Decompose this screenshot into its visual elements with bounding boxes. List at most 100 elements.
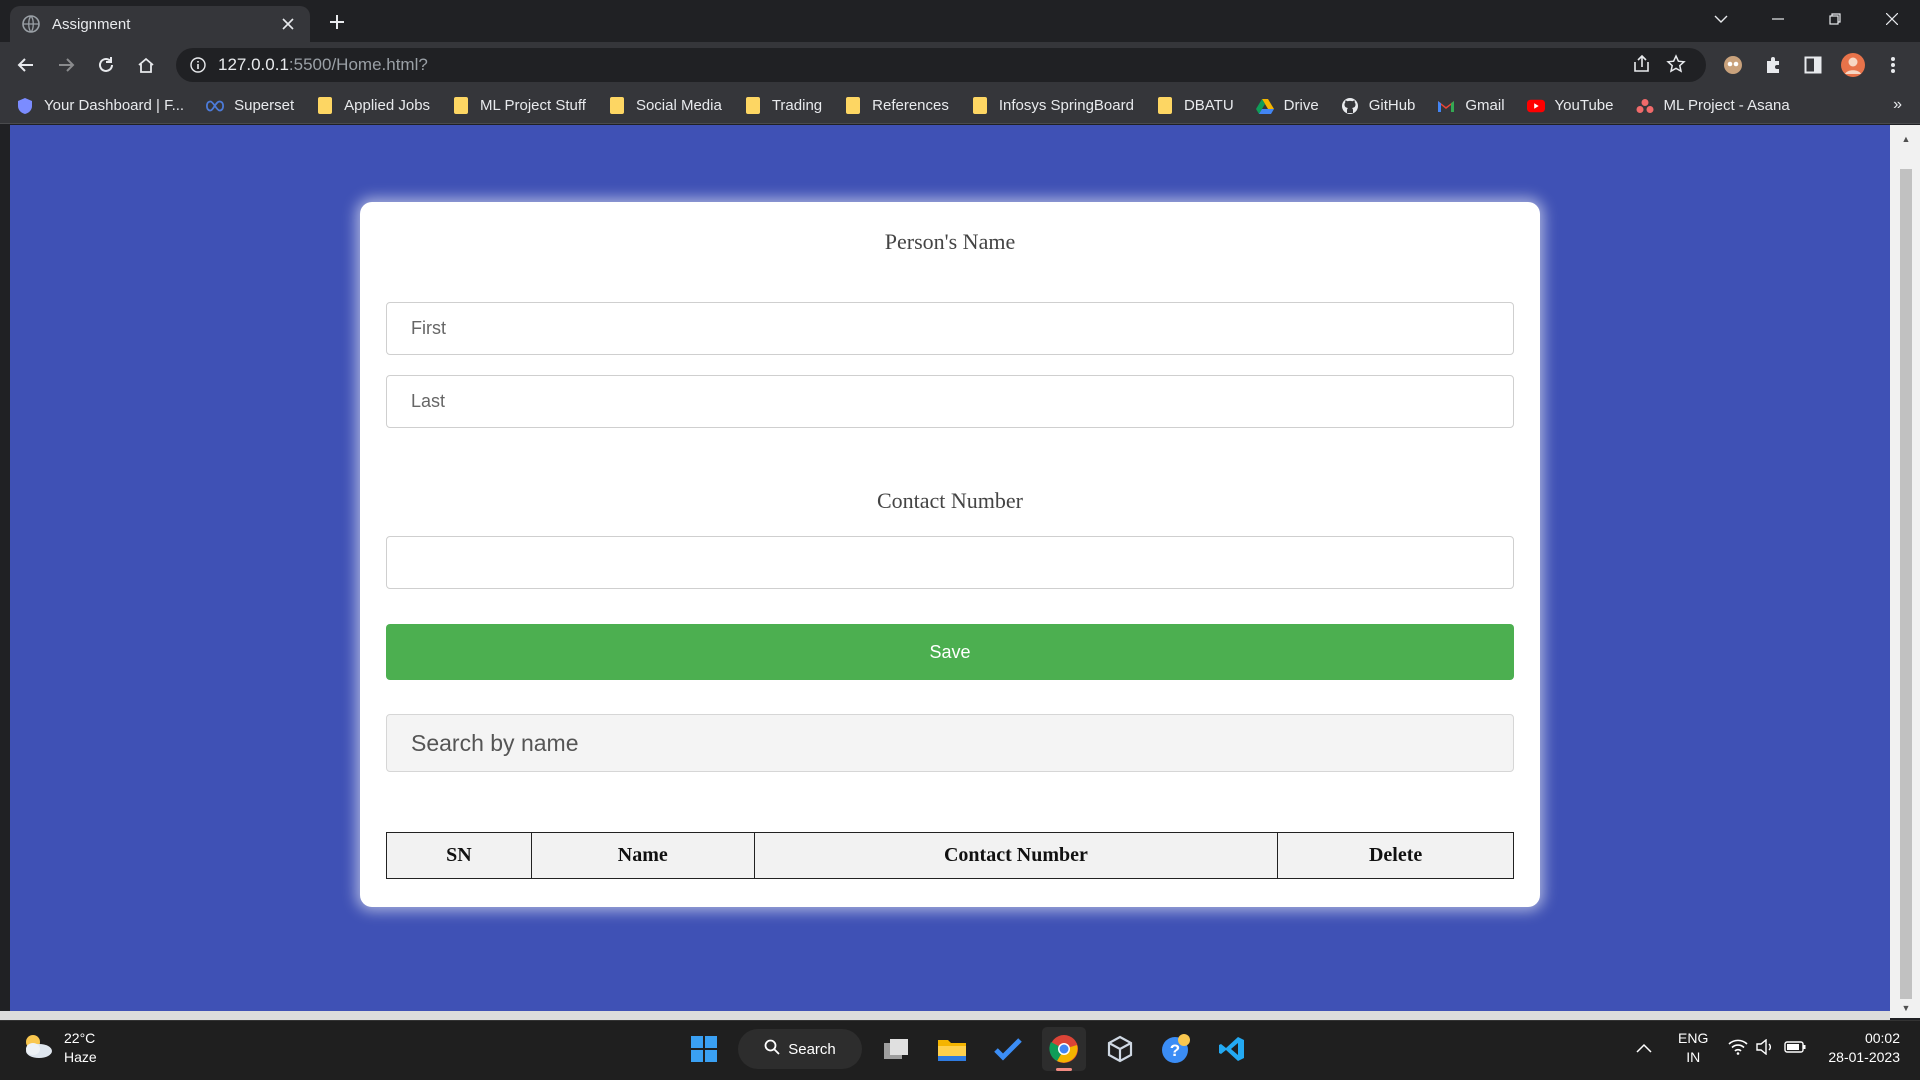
bookmarks-overflow-button[interactable]: » [1893, 96, 1902, 114]
bookmark-item[interactable]: Gmail [1437, 97, 1505, 115]
bookmark-item[interactable]: YouTube [1526, 97, 1614, 115]
forward-arrow-icon[interactable] [46, 45, 86, 85]
bookmark-item[interactable]: GitHub [1341, 97, 1415, 115]
last-name-input[interactable] [386, 375, 1514, 428]
folder-icon [971, 97, 989, 115]
language-code: ENG [1678, 1030, 1709, 1046]
chrome-icon[interactable] [1042, 1027, 1086, 1071]
bookmark-label: Superset [234, 97, 295, 114]
bookmark-item[interactable]: Your Dashboard | F... [16, 97, 184, 115]
gmail-icon [1437, 97, 1455, 115]
window-bottom-edge [0, 1011, 1890, 1020]
bookmark-item[interactable]: Social Media [608, 97, 722, 115]
contact-number-heading: Contact Number [876, 488, 1024, 513]
scroll-up-arrow-icon[interactable]: ▲ [1900, 131, 1912, 147]
battery-icon[interactable] [1784, 1040, 1806, 1056]
folder-icon [744, 97, 762, 115]
back-arrow-icon[interactable] [6, 45, 46, 85]
bookmark-item[interactable]: References [844, 97, 949, 115]
weather-temperature: 22°C [64, 1030, 96, 1046]
svg-text:?: ? [1170, 1041, 1180, 1060]
restore-icon[interactable] [1806, 0, 1863, 38]
todo-checkmark-icon[interactable] [986, 1027, 1030, 1071]
shield-icon [16, 97, 34, 115]
youtube-icon [1526, 97, 1545, 115]
column-header-sn: SN [386, 832, 532, 879]
help-icon[interactable]: ? [1154, 1027, 1198, 1071]
bookmark-item[interactable]: Trading [744, 97, 822, 115]
extension-avatar-icon[interactable] [1716, 48, 1750, 82]
system-tray: ENG IN 00:02 28-01-2023 [1636, 1029, 1900, 1067]
bookmark-label: Applied Jobs [344, 97, 431, 114]
globe-icon [22, 15, 40, 33]
bookmark-label: Trading [771, 97, 823, 114]
bookmark-item[interactable]: ML Project Stuff [452, 97, 586, 115]
taskbar-apps: Search ? [682, 1027, 1254, 1071]
new-tab-icon[interactable] [325, 10, 349, 34]
asana-icon [1636, 97, 1654, 115]
minimize-icon[interactable] [1749, 0, 1806, 38]
bookmark-label: Social Media [635, 97, 722, 114]
bookmark-label: YouTube [1554, 97, 1614, 114]
form-card: Person's Name Contact Number Save SN Nam… [360, 202, 1540, 907]
column-header-delete: Delete [1277, 832, 1514, 879]
bookmark-item[interactable]: Infosys SpringBoard [971, 97, 1134, 115]
search-icon [764, 1039, 780, 1059]
bookmark-item[interactable]: Drive [1255, 97, 1319, 115]
first-name-input[interactable] [386, 302, 1514, 355]
url-path: :5500/Home.html? [288, 55, 428, 74]
bookmark-label: ML Project Stuff [480, 97, 586, 114]
chevron-up-icon[interactable] [1636, 1040, 1652, 1056]
page-scrollbar[interactable]: ▲ ▼ [1890, 125, 1920, 1018]
folder-icon [844, 97, 862, 115]
site-info-icon[interactable] [190, 57, 206, 73]
close-window-icon[interactable] [1863, 0, 1920, 38]
folder-icon [1156, 97, 1174, 115]
taskbar-clock[interactable]: 00:02 28-01-2023 [1828, 1029, 1900, 1067]
tab-search-chevron-icon[interactable] [1692, 0, 1749, 38]
bookmark-item[interactable]: ML Project - Asana [1636, 97, 1790, 115]
bookmark-item[interactable]: DBATU [1156, 97, 1234, 115]
scrollbar-thumb[interactable] [1900, 169, 1912, 999]
weather-widget[interactable]: 22°C Haze [20, 1029, 97, 1067]
contact-number-input[interactable] [386, 536, 1514, 589]
virtualbox-icon[interactable] [1098, 1027, 1142, 1071]
folder-icon [316, 97, 334, 115]
bookmark-label: Drive [1283, 97, 1319, 114]
bookmark-label: DBATU [1183, 97, 1234, 114]
scroll-down-arrow-icon[interactable]: ▼ [1900, 1000, 1912, 1016]
bookmark-item[interactable]: Applied Jobs [316, 97, 430, 115]
column-header-name: Name [530, 832, 755, 879]
share-icon[interactable] [1632, 54, 1652, 79]
search-by-name-input[interactable] [386, 714, 1514, 772]
window-left-edge [0, 125, 10, 1018]
toolbar-actions [1716, 48, 1910, 82]
language-indicator[interactable]: ENG IN [1678, 1029, 1708, 1067]
weather-condition: Haze [64, 1049, 97, 1065]
file-explorer-icon[interactable] [930, 1027, 974, 1071]
taskbar-search-button[interactable]: Search [738, 1029, 862, 1069]
kebab-menu-icon[interactable] [1876, 48, 1910, 82]
vscode-icon[interactable] [1210, 1027, 1254, 1071]
records-table: SN Name Contact Number Delete [386, 832, 1514, 879]
save-button[interactable]: Save [386, 624, 1514, 680]
reload-icon[interactable] [86, 45, 126, 85]
address-bar[interactable]: 127.0.0.1:5500/Home.html? [176, 48, 1706, 82]
windows-start-icon[interactable] [682, 1027, 726, 1071]
clock-date: 28-01-2023 [1828, 1049, 1900, 1065]
profile-avatar-icon[interactable] [1836, 48, 1870, 82]
puzzle-extensions-icon[interactable] [1756, 48, 1790, 82]
windows-taskbar: 22°C Haze Search ? ENG IN 00:02 28-01-20… [0, 1020, 1920, 1080]
wifi-icon[interactable] [1728, 1039, 1748, 1058]
close-tab-icon[interactable] [278, 14, 298, 34]
browser-tab-active[interactable]: Assignment [10, 6, 310, 42]
region-code: IN [1686, 1049, 1701, 1065]
bookmark-item[interactable]: Superset [206, 97, 294, 115]
volume-icon[interactable] [1756, 1038, 1774, 1058]
folder-icon [452, 97, 470, 115]
task-view-icon[interactable] [874, 1027, 918, 1071]
star-icon[interactable] [1666, 54, 1686, 79]
home-icon[interactable] [126, 45, 166, 85]
side-panel-icon[interactable] [1796, 48, 1830, 82]
bookmark-label: Gmail [1465, 97, 1505, 114]
